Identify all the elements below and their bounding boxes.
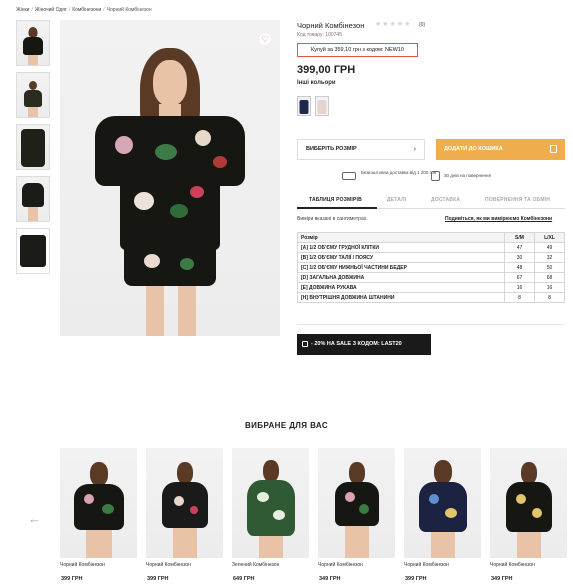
recommend-title: ВИБРАНЕ ДЛЯ ВАС	[244, 421, 329, 430]
product-card[interactable]	[232, 448, 309, 558]
truck-icon	[342, 172, 356, 180]
tab-delivery[interactable]: ДОСТАВКА	[431, 197, 460, 203]
add-to-cart-button[interactable]: ДОДАТИ ДО КОШИКА	[436, 139, 565, 160]
select-size-button[interactable]: ВИБЕРІТЬ РОЗМІР ›	[297, 139, 425, 160]
product-card-name[interactable]: Чорний Комбінезон	[146, 562, 191, 568]
sale-banner-text: - 20% НА SALE З КОДОМ: LAST20	[311, 341, 402, 347]
table-row: [А] 1/2 ОБ'ЄМУ ГРУДНОЇ КЛІТКИ 47 49	[297, 242, 565, 253]
other-colors-label: Інші кольори	[297, 80, 336, 86]
thumbnail-image[interactable]	[16, 72, 50, 118]
breadcrumb-current: Чорний Комбінезон	[106, 7, 152, 13]
table-header-row: Розмір S/M L/XL	[297, 232, 565, 243]
product-card[interactable]	[490, 448, 567, 558]
product-title: Чорний Комбінезон	[297, 21, 365, 30]
sale-banner[interactable]: - 20% НА SALE З КОДОМ: LAST20	[297, 334, 431, 355]
breadcrumb-item[interactable]: Комбінезони	[72, 7, 101, 13]
table-row: [E] ДОВЖИНА РУКАВА 16 16	[297, 282, 565, 293]
measure-value: 67	[504, 272, 535, 283]
product-card-price: 399 ГРН	[405, 576, 427, 582]
table-row: [C] 1/2 ОБ'ЄМУ НИЖНЬОЇ ЧАСТИНИ БЕДЕР 48 …	[297, 262, 565, 273]
measure-value: 48	[504, 262, 535, 273]
chevron-right-icon: ›	[413, 146, 416, 153]
product-tabs: ТАБЛИЦЯ РОЗМІРІВ ДЕТАЛІ ДОСТАВКА ПОВЕРНЕ…	[297, 193, 565, 209]
product-card[interactable]	[318, 448, 395, 558]
tab-returns[interactable]: ПОВЕРНЕННЯ ТА ОБМІН	[485, 197, 550, 203]
divider	[297, 324, 565, 325]
measure-label: [C] 1/2 ОБ'ЄМУ НИЖНЬОЇ ЧАСТИНИ БЕДЕР	[297, 262, 505, 273]
product-card-name[interactable]: Зелений Комбінезон	[232, 562, 279, 568]
review-count[interactable]: (0)	[419, 22, 425, 28]
active-tab-indicator	[297, 207, 377, 209]
measure-label: [E] ДОВЖИНА РУКАВА	[297, 282, 505, 293]
measure-value: 16	[504, 282, 535, 293]
table-row: [H] ВНУТРІШНЯ ДОВЖИНА ШТАНИНИ 8 8	[297, 292, 565, 303]
color-swatch[interactable]	[297, 96, 311, 116]
product-card-price: 399 ГРН	[147, 576, 169, 582]
product-card-price: 649 ГРН	[233, 576, 255, 582]
product-card-price: 349 ГРН	[319, 576, 341, 582]
promo-code-box: Купуй за 359,10 грн з кодом: NEW10	[297, 43, 418, 57]
measure-value: 16	[534, 282, 565, 293]
arrow-left-icon[interactable]: ←	[28, 511, 41, 526]
table-row: [B] 1/2 ОБ'ЄМУ ТАЛІЇ / ПОЯСУ 30 32	[297, 252, 565, 263]
size-note: Виміри вказані в сантиметрах.	[297, 216, 368, 222]
table-row: [D] ЗАГАЛЬНА ДОВЖИНА 67 68	[297, 272, 565, 283]
breadcrumb-item[interactable]: Жінки	[16, 7, 29, 13]
measure-label: [B] 1/2 ОБ'ЄМУ ТАЛІЇ / ПОЯСУ	[297, 252, 505, 263]
breadcrumb-item[interactable]: Жіночий Одяг	[35, 7, 67, 13]
measure-value: 8	[534, 292, 565, 303]
color-swatch[interactable]	[315, 96, 329, 116]
thumbnail-image[interactable]	[16, 20, 50, 66]
thumbnail-image[interactable]	[16, 124, 50, 170]
measure-value: 68	[534, 272, 565, 283]
breadcrumb: Жінки / Жіночий Одяг / Комбінезони / Чорний Ко…	[16, 7, 152, 13]
measure-label: [D] ЗАГАЛЬНА ДОВЖИНА	[297, 272, 505, 283]
tab-details[interactable]: ДЕТАЛІ	[387, 197, 406, 203]
product-card-price: 349 ГРН	[491, 576, 513, 582]
measure-label: [H] ВНУТРІШНЯ ДОВЖИНА ШТАНИНИ	[297, 292, 505, 303]
measure-value: 50	[534, 262, 565, 273]
column-header: S/M	[504, 232, 535, 243]
product-card-price: 399 ГРН	[61, 576, 83, 582]
product-card-name[interactable]: Чорний Комбінезон	[404, 562, 449, 568]
product-card[interactable]	[404, 448, 481, 558]
thumbnail-image[interactable]	[16, 176, 50, 222]
product-price: 399,00 ГРН	[297, 64, 356, 76]
measure-value: 30	[504, 252, 535, 263]
measure-value: 32	[534, 252, 565, 263]
product-code: Код товару: 100745	[297, 32, 342, 38]
shopping-bag-icon	[550, 145, 557, 153]
size-table: Розмір S/M L/XL [А] 1/2 ОБ'ЄМУ ГРУДНОЇ К…	[297, 232, 565, 303]
add-to-cart-label: ДОДАТИ ДО КОШИКА	[444, 146, 503, 152]
megaphone-icon	[302, 341, 308, 347]
product-main-image[interactable]: ♡	[60, 20, 280, 336]
heart-icon[interactable]: ♡	[258, 32, 272, 46]
tab-size-table[interactable]: ТАБЛИЦЯ РОЗМІРІВ	[309, 197, 362, 203]
measure-value: 47	[504, 242, 535, 253]
product-card[interactable]	[60, 448, 137, 558]
thumbnail-image[interactable]	[16, 228, 50, 274]
product-card-name[interactable]: Чорний Комбінезон	[60, 562, 105, 568]
product-card-name[interactable]: Чорний Комбінезон	[318, 562, 363, 568]
measure-value: 49	[534, 242, 565, 253]
calendar-icon	[431, 171, 440, 181]
how-we-measure-link[interactable]: Подивіться, як ми вимірюємо Комбінезони	[445, 216, 552, 222]
product-card-name[interactable]: Чорний Комбінезон	[490, 562, 535, 568]
measure-value: 8	[504, 292, 535, 303]
column-header: Розмір	[297, 232, 505, 243]
product-card[interactable]	[146, 448, 223, 558]
measure-label: [А] 1/2 ОБ'ЄМУ ГРУДНОЇ КЛІТКИ	[297, 242, 505, 253]
select-size-label: ВИБЕРІТЬ РОЗМІР	[306, 146, 357, 152]
return-info: 30 днів на повернення	[444, 173, 491, 178]
rating-stars-icon[interactable]: ★★★★★	[375, 20, 411, 28]
column-header: L/XL	[534, 232, 565, 243]
